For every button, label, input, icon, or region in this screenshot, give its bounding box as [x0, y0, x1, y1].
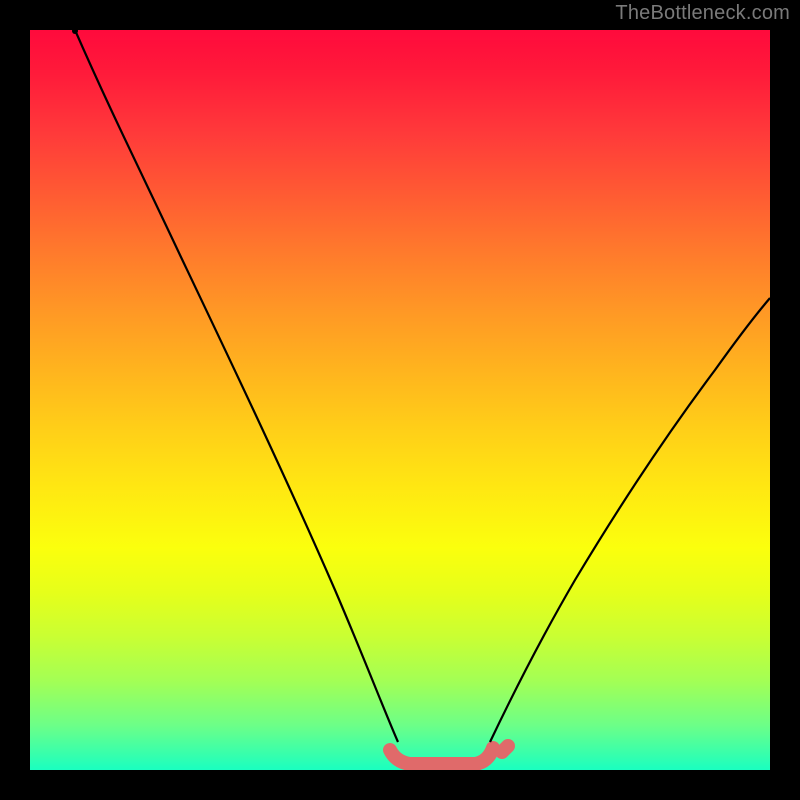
plot-area	[30, 30, 770, 770]
curve-left-branch	[75, 30, 398, 742]
curve-right-branch	[490, 298, 770, 742]
bottleneck-curve-svg	[30, 30, 770, 770]
optimal-range-marker-stub	[502, 746, 508, 752]
chart-frame: TheBottleneck.com	[0, 0, 800, 800]
watermark-text: TheBottleneck.com	[615, 2, 790, 25]
optimal-range-marker	[390, 748, 493, 764]
